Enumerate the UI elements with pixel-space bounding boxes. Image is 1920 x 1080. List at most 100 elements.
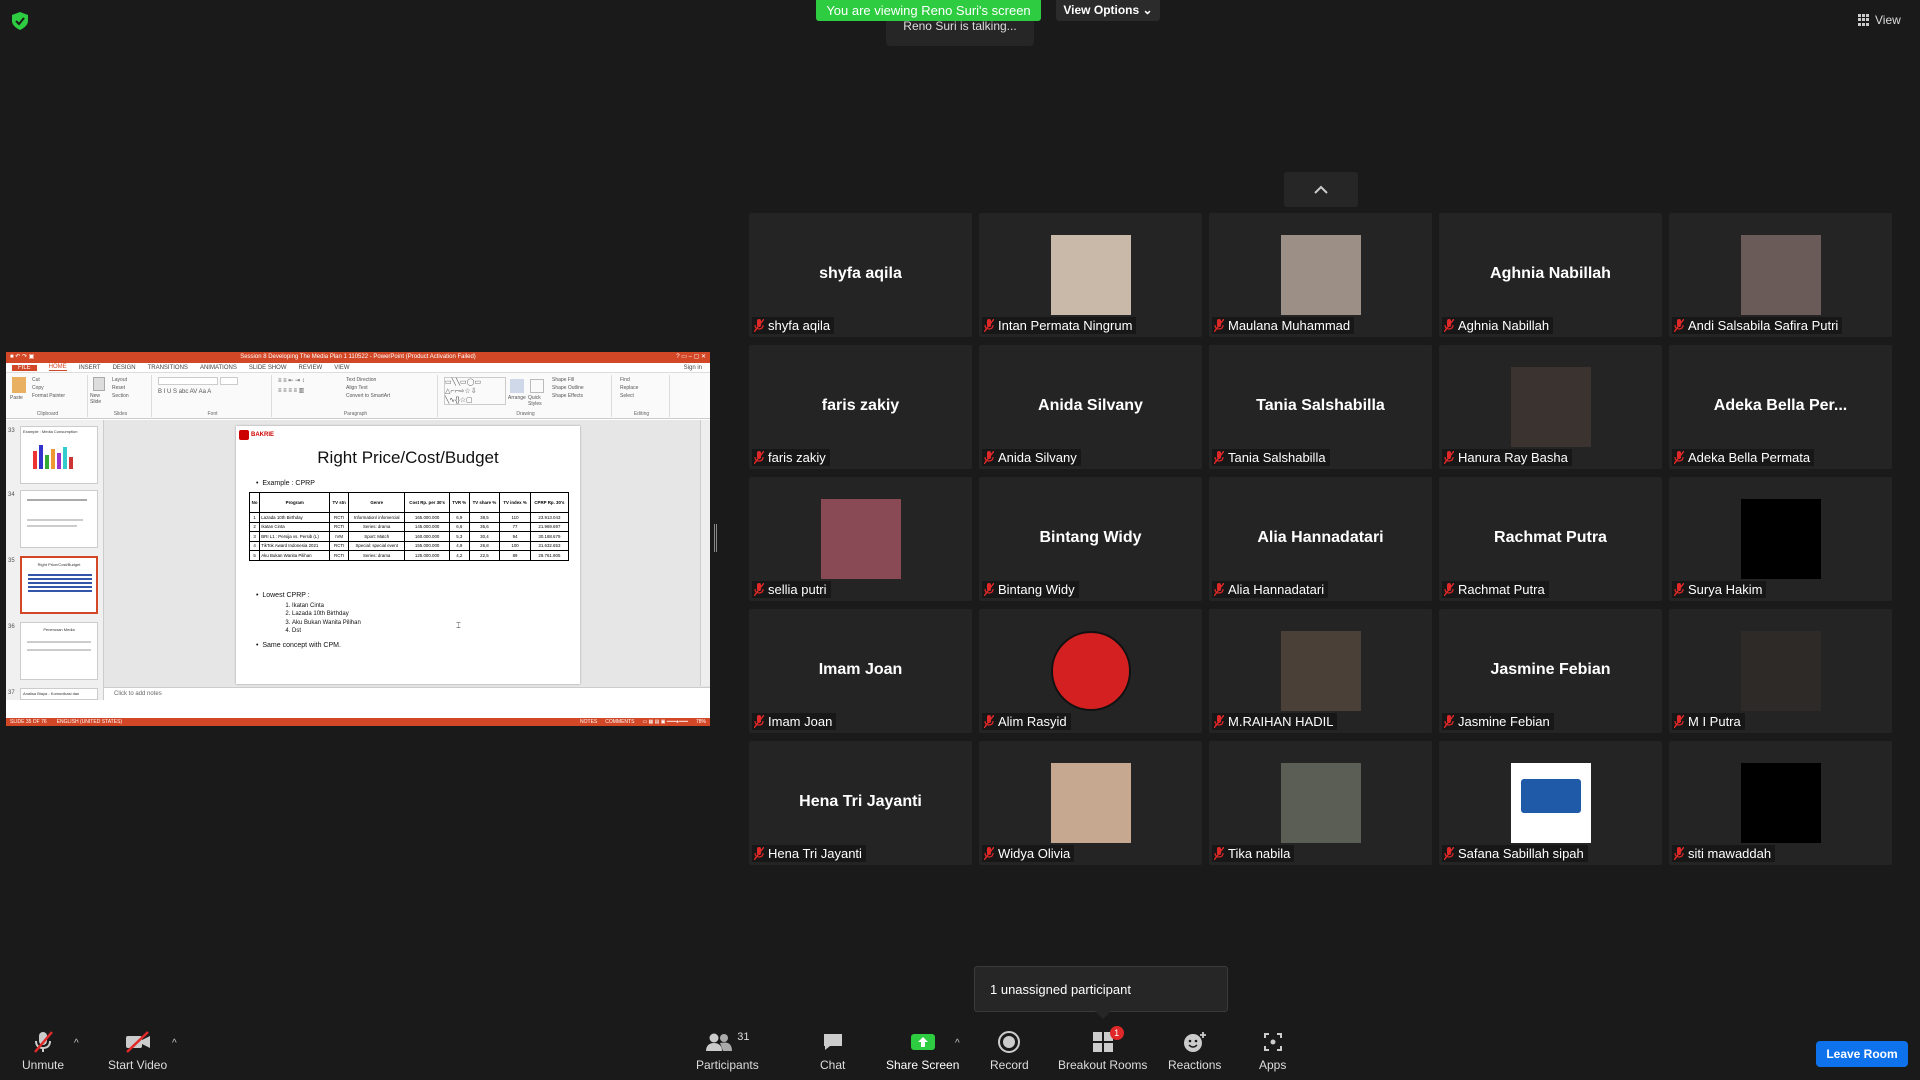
layout-button[interactable]: Layout: [112, 377, 127, 383]
tab-animations[interactable]: ANIMATIONS: [200, 365, 237, 371]
participant-tile[interactable]: Hanura Ray Basha: [1439, 345, 1662, 469]
section-button[interactable]: Section: [112, 393, 129, 399]
participant-tile[interactable]: Aghnia Nabillah Aghnia Nabillah: [1439, 213, 1662, 337]
notes-button[interactable]: NOTES: [580, 718, 597, 726]
participant-tile[interactable]: M I Putra: [1669, 609, 1892, 733]
comments-button[interactable]: COMMENTS: [605, 718, 634, 726]
apps-button[interactable]: Apps: [1259, 1030, 1286, 1072]
participant-tile[interactable]: Hena Tri Jayanti Hena Tri Jayanti: [749, 741, 972, 865]
quick-styles-label[interactable]: Quick Styles: [528, 395, 548, 407]
participant-tile[interactable]: Andi Salsabila Safira Putri: [1669, 213, 1892, 337]
tab-transitions[interactable]: TRANSITIONS: [148, 365, 188, 371]
list-icons[interactable]: ≡ ≡ ⇤ ⇥ ↕: [278, 377, 305, 384]
participants-button[interactable]: 31 Participants: [696, 1030, 759, 1072]
tab-view[interactable]: VIEW: [334, 365, 349, 371]
slide-scrollbar[interactable]: [700, 420, 710, 686]
slide-thumb[interactable]: Penerusan Media: [20, 622, 98, 680]
participant-tile[interactable]: M.RAIHAN HADIL: [1209, 609, 1432, 733]
paste-icon[interactable]: [12, 377, 26, 393]
participant-tile[interactable]: Imam Joan Imam Joan: [749, 609, 972, 733]
participant-tile[interactable]: Tania Salshabilla Tania Salshabilla: [1209, 345, 1432, 469]
participant-tile[interactable]: Adeka Bella Per... Adeka Bella Permata: [1669, 345, 1892, 469]
view-buttons-icon[interactable]: ▭ ▦ ▤ ▣ ━━━●━━━: [642, 718, 688, 726]
align-icons[interactable]: ≡ ≡ ≡ ≡ ▥: [278, 387, 304, 394]
tab-home[interactable]: HOME: [48, 364, 67, 371]
participant-tile[interactable]: Jasmine Febian Jasmine Febian: [1439, 609, 1662, 733]
unmute-button[interactable]: Unmute: [22, 1030, 64, 1072]
new-slide-icon[interactable]: [93, 377, 105, 391]
participant-tile[interactable]: Alim Rasyid: [979, 609, 1202, 733]
unassigned-participant-tooltip[interactable]: 1 unassigned participant: [974, 966, 1228, 1012]
zoom-level[interactable]: 78%: [696, 718, 706, 726]
thumb-text-line: [27, 499, 87, 501]
tab-slide-show[interactable]: SLIDE SHOW: [249, 365, 287, 371]
find-button[interactable]: Find: [620, 377, 630, 383]
participant-tile[interactable]: Rachmat Putra Rachmat Putra: [1439, 477, 1662, 601]
current-slide[interactable]: BAKRIE Right Price/Cost/Budget • Example…: [236, 426, 580, 684]
convert-smartart-button[interactable]: Convert to SmartArt: [346, 393, 390, 399]
participant-tile[interactable]: Anida Silvany Anida Silvany: [979, 345, 1202, 469]
participant-tile[interactable]: shyfa aqila shyfa aqila: [749, 213, 972, 337]
record-button[interactable]: Record: [990, 1030, 1029, 1072]
reactions-button[interactable]: Reactions: [1168, 1030, 1221, 1072]
quick-styles-icon[interactable]: [530, 379, 544, 393]
view-layout-button[interactable]: View: [1858, 10, 1914, 30]
participant-tile[interactable]: sellia putri: [749, 477, 972, 601]
sign-in-link[interactable]: Sign in: [684, 365, 702, 371]
shape-effects-button[interactable]: Shape Effects: [552, 393, 583, 399]
participant-tile[interactable]: Intan Permata Ningrum: [979, 213, 1202, 337]
slide-thumb[interactable]: [20, 490, 98, 548]
share-screen-button[interactable]: Share Screen: [886, 1030, 959, 1072]
reset-button[interactable]: Reset: [112, 385, 125, 391]
paste-label[interactable]: Paste: [10, 395, 23, 401]
video-options-caret-icon[interactable]: ^: [172, 1038, 177, 1049]
breakout-rooms-button[interactable]: 1 Breakout Rooms: [1058, 1026, 1147, 1072]
participant-tile[interactable]: Tika nabila: [1209, 741, 1432, 865]
shapes-gallery[interactable]: ▭╲╲▭◯▭ △⌐⌐⇨☆⇩ ╲∿{}☆▢: [444, 377, 506, 405]
tab-file[interactable]: FILE: [12, 364, 37, 371]
tab-review[interactable]: REVIEW: [299, 365, 323, 371]
font-size-select[interactable]: [220, 377, 238, 385]
chat-button[interactable]: Chat: [820, 1030, 845, 1072]
participant-tile[interactable]: Alia Hannadatari Alia Hannadatari: [1209, 477, 1432, 601]
slide-thumb[interactable]: Example : Media Consumption: [20, 426, 98, 484]
new-slide-label[interactable]: New Slide: [90, 393, 110, 405]
view-options-button[interactable]: View Options ⌄: [1056, 0, 1160, 21]
start-video-button[interactable]: Start Video: [108, 1030, 167, 1072]
participant-tile[interactable]: Surya Hakim: [1669, 477, 1892, 601]
participant-tile[interactable]: Maulana Muhammad: [1209, 213, 1432, 337]
tab-insert[interactable]: INSERT: [79, 365, 101, 371]
shared-screen[interactable]: Session 8 Developing The Media Plan 1 11…: [6, 352, 710, 726]
arrange-icon[interactable]: [510, 379, 524, 393]
split-divider-handle[interactable]: [714, 524, 717, 552]
tab-design[interactable]: DESIGN: [113, 365, 136, 371]
replace-button[interactable]: Replace: [620, 385, 638, 391]
collapse-gallery-button[interactable]: [1284, 172, 1358, 207]
participant-tile[interactable]: Safana Sabillah sipah: [1439, 741, 1662, 865]
participant-tile[interactable]: Bintang Widy Bintang Widy: [979, 477, 1202, 601]
participant-tile[interactable]: faris zakiy faris zakiy: [749, 345, 972, 469]
copy-button[interactable]: Copy: [32, 385, 44, 391]
window-controls-icon[interactable]: ? ▭ – ▢ ✕: [676, 352, 706, 363]
shape-fill-button[interactable]: Shape Fill: [552, 377, 574, 383]
slide-thumb[interactable]: Analisa Biaya - Komunikasi dan: [20, 688, 98, 700]
font-format-icons[interactable]: B I U S abc AV Aa A: [158, 389, 211, 395]
notes-pane[interactable]: Click to add notes: [104, 687, 710, 700]
font-name-select[interactable]: [158, 377, 218, 385]
quick-access-icon[interactable]: ■ ↶ ↷ ▣: [10, 352, 34, 363]
align-text-button[interactable]: Align Text: [346, 385, 368, 391]
arrange-label[interactable]: Arrange: [508, 395, 526, 401]
participant-tile[interactable]: Widya Olivia: [979, 741, 1202, 865]
leave-room-button[interactable]: Leave Room: [1816, 1041, 1908, 1067]
slide-thumb-selected[interactable]: Right Price/Cost/Budget: [20, 556, 98, 614]
share-options-caret-icon[interactable]: ^: [955, 1038, 960, 1049]
participant-tile[interactable]: siti mawaddah: [1669, 741, 1892, 865]
select-button[interactable]: Select: [620, 393, 634, 399]
audio-options-caret-icon[interactable]: ^: [74, 1038, 79, 1049]
cut-button[interactable]: Cut: [32, 377, 40, 383]
shape-outline-button[interactable]: Shape Outline: [552, 385, 584, 391]
security-shield-icon[interactable]: [12, 12, 28, 30]
slide-thumbnails-pane[interactable]: 33 Example : Media Consumption 34 35 Rig…: [6, 420, 104, 700]
text-direction-button[interactable]: Text Direction: [346, 377, 376, 383]
format-painter-button[interactable]: Format Painter: [32, 393, 65, 399]
